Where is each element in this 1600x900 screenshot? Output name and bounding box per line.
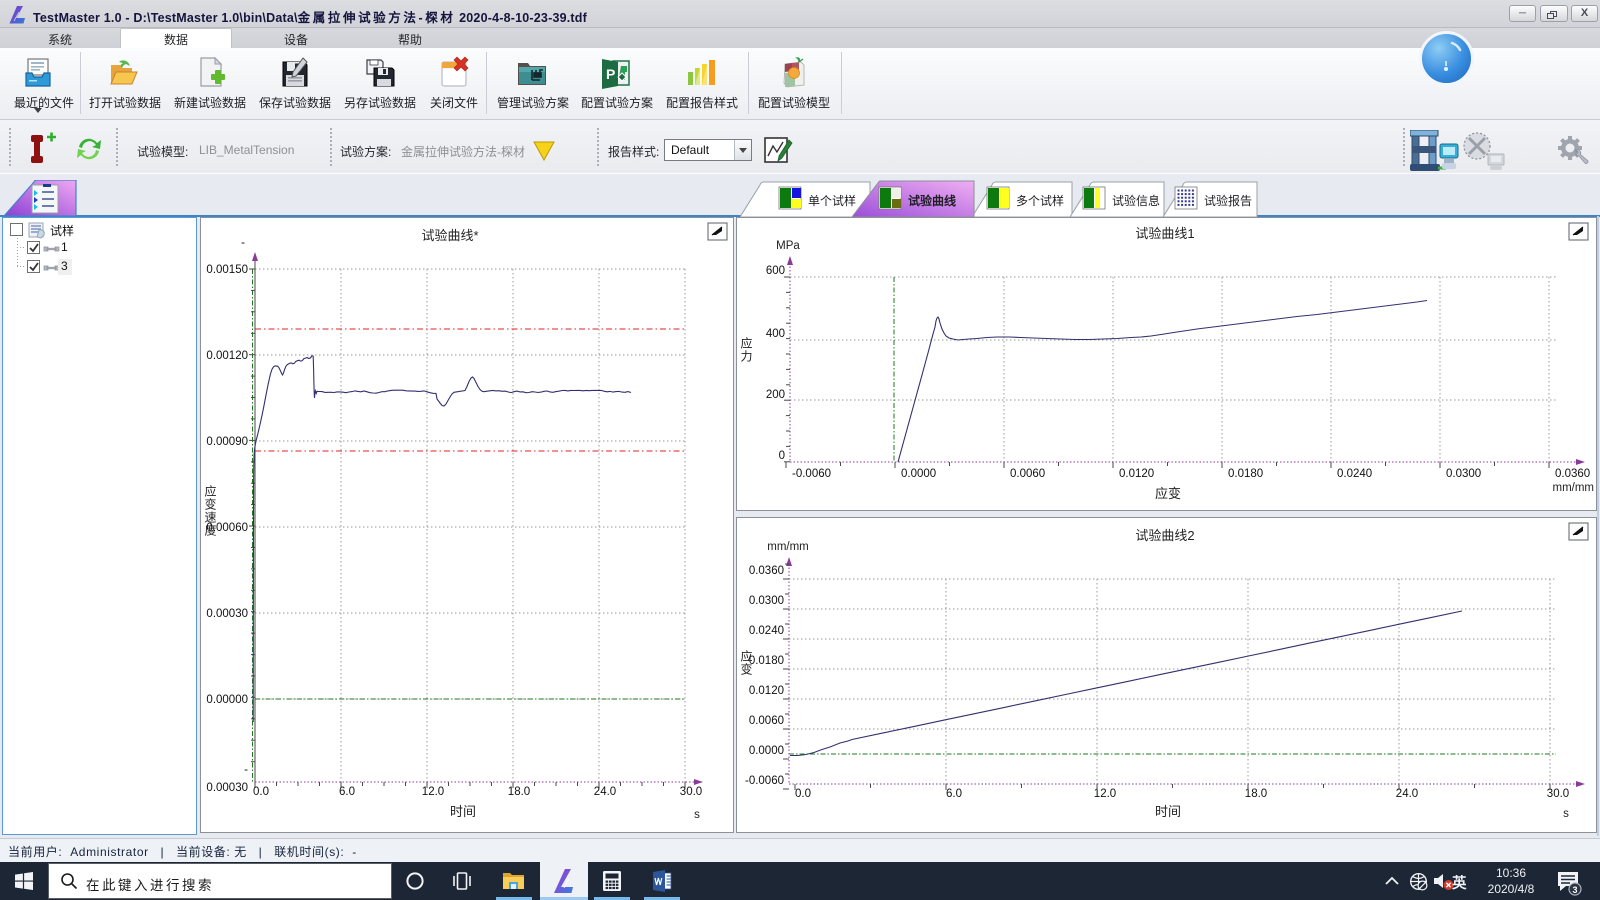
svg-text:3: 3 [1572, 885, 1577, 895]
svg-text:mm/mm: mm/mm [1552, 482, 1594, 494]
svg-text:-0.0060: -0.0060 [745, 775, 784, 787]
svg-text:0: 0 [779, 450, 785, 462]
svg-text:0.0180: 0.0180 [1228, 468, 1263, 480]
svg-text:0.00000: 0.00000 [206, 694, 248, 706]
svg-text:mm/mm: mm/mm [767, 541, 809, 553]
svg-text:400: 400 [766, 328, 785, 340]
svg-text:-: - [244, 764, 248, 776]
svg-text:200: 200 [766, 389, 785, 401]
svg-text:12.0: 12.0 [422, 786, 444, 798]
svg-text:-: - [241, 237, 245, 249]
svg-text:应变速度: 应变速度 [203, 484, 217, 537]
svg-text:应力: 应力 [739, 336, 753, 363]
svg-text:0.0360: 0.0360 [749, 565, 784, 577]
svg-text:0.0: 0.0 [795, 788, 811, 800]
svg-text:0.0300: 0.0300 [1446, 468, 1481, 480]
svg-text:应变: 应变 [1155, 486, 1181, 501]
svg-text:-0.0060: -0.0060 [792, 468, 831, 480]
svg-text:0.0000: 0.0000 [749, 745, 784, 757]
svg-text:0.0360: 0.0360 [1555, 468, 1590, 480]
svg-text:30.0: 30.0 [680, 786, 702, 798]
svg-text:0.0060: 0.0060 [1010, 468, 1045, 480]
svg-text:应变: 应变 [739, 649, 753, 676]
svg-text:24.0: 24.0 [594, 786, 616, 798]
svg-text:时间: 时间 [450, 804, 476, 819]
svg-text:0.0000: 0.0000 [901, 468, 936, 480]
svg-text:时间: 时间 [1155, 804, 1181, 819]
svg-text:0.00120: 0.00120 [206, 350, 248, 362]
svg-text:0.00030: 0.00030 [206, 608, 248, 620]
svg-text:0.0300: 0.0300 [749, 595, 784, 607]
svg-text:MPa: MPa [776, 240, 800, 252]
svg-text:0.00150: 0.00150 [206, 264, 248, 276]
svg-text:0.0180: 0.0180 [749, 655, 784, 667]
svg-text:s: s [1563, 808, 1569, 820]
svg-text:0.0240: 0.0240 [1337, 468, 1372, 480]
svg-text:P: P [606, 66, 615, 82]
svg-text:18.0: 18.0 [508, 786, 530, 798]
svg-text:0.0: 0.0 [253, 786, 269, 798]
svg-text:6.0: 6.0 [946, 788, 962, 800]
svg-text:s: s [694, 809, 700, 821]
svg-text:0.0120: 0.0120 [1119, 468, 1154, 480]
svg-text:0.0120: 0.0120 [749, 685, 784, 697]
svg-text:0.00090: 0.00090 [206, 436, 248, 448]
svg-text:0.0060: 0.0060 [749, 715, 784, 727]
svg-text:6.0: 6.0 [339, 786, 355, 798]
svg-text:0.00030: 0.00030 [206, 782, 248, 794]
svg-text:试验曲线1: 试验曲线1 [1135, 226, 1194, 241]
svg-text:试验曲线2: 试验曲线2 [1135, 528, 1194, 543]
svg-text:0.0240: 0.0240 [749, 625, 784, 637]
svg-text:600: 600 [766, 265, 785, 277]
svg-text:试验曲线*: 试验曲线* [421, 228, 478, 243]
